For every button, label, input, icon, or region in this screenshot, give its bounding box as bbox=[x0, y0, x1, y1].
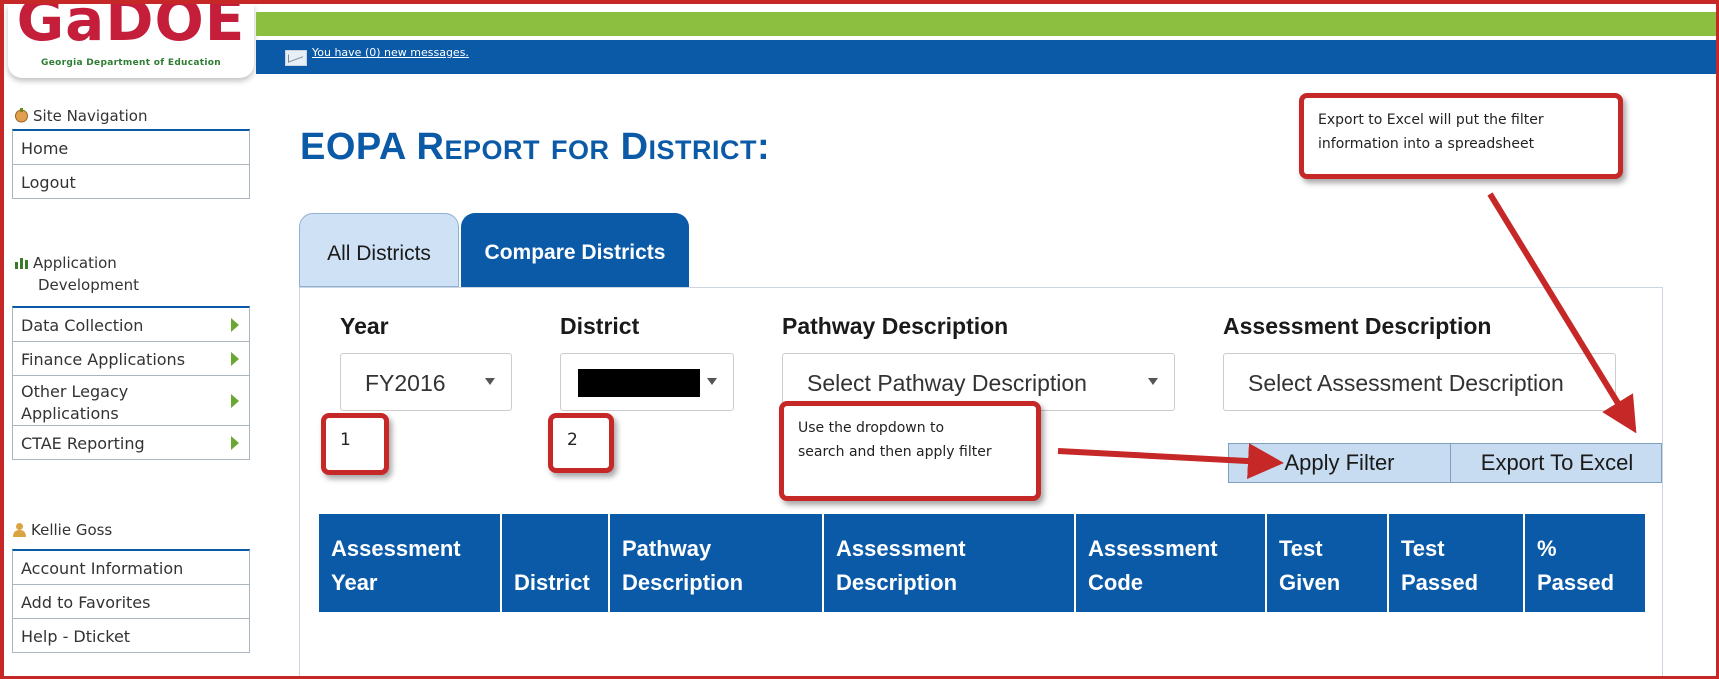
logo-subtitle: Georgia Department of Education bbox=[41, 58, 221, 68]
header-blue-bar bbox=[256, 40, 1719, 74]
logo-text: GaDOE bbox=[16, 4, 246, 54]
column-header-district[interactable]: District bbox=[502, 514, 610, 612]
column-header-assessment-code[interactable]: Assessment Code bbox=[1076, 514, 1267, 612]
annotation-marker-2: 2 bbox=[548, 413, 614, 473]
user-heading: Kellie Goss bbox=[12, 521, 112, 539]
chevron-down-icon bbox=[1148, 378, 1158, 385]
application-development-list: Data Collection Finance Applications Oth… bbox=[12, 306, 250, 460]
page-title: EOPA Report for District: bbox=[300, 126, 771, 168]
annotation-dropdown-note: Use the dropdown to search and then apply… bbox=[779, 401, 1041, 501]
messages-link[interactable]: You have (0) new messages. bbox=[312, 46, 469, 59]
bar-chart-icon bbox=[15, 258, 28, 269]
chevron-right-icon bbox=[231, 351, 239, 366]
pathway-description-label: Pathway Description bbox=[782, 313, 1009, 339]
apply-filter-button[interactable]: Apply Filter bbox=[1229, 444, 1451, 482]
column-header-pathway-description[interactable]: Pathway Description bbox=[610, 514, 824, 612]
sidebar-item-account-information[interactable]: Account Information bbox=[13, 551, 249, 585]
chevron-right-icon bbox=[231, 393, 239, 408]
site-navigation-heading: Site Navigation bbox=[14, 107, 147, 125]
sidebar-item-other-legacy-applications[interactable]: Other Legacy Applications bbox=[13, 376, 249, 426]
assessment-placeholder: Select Assessment Description bbox=[1248, 370, 1564, 396]
chevron-right-icon bbox=[231, 317, 239, 332]
year-label: Year bbox=[340, 313, 389, 339]
export-to-excel-button[interactable]: Export To Excel bbox=[1451, 444, 1663, 482]
navigation-icon bbox=[15, 108, 28, 123]
redacted-district-value bbox=[578, 369, 700, 397]
site-navigation-list: Home Logout bbox=[12, 129, 250, 199]
header-green-bar bbox=[256, 12, 1719, 36]
user-icon bbox=[13, 523, 26, 537]
chevron-down-icon bbox=[707, 378, 717, 385]
sidebar-item-data-collection[interactable]: Data Collection bbox=[13, 308, 249, 342]
tab-all-districts[interactable]: All Districts bbox=[299, 213, 459, 287]
year-select[interactable]: FY2016 bbox=[340, 353, 512, 411]
annotation-marker-1: 1 bbox=[321, 413, 389, 475]
assessment-description-label: Assessment Description bbox=[1223, 313, 1492, 339]
filter-button-row: Apply Filter Export To Excel bbox=[1228, 443, 1662, 483]
sidebar-item-help-dticket[interactable]: Help - Dticket bbox=[13, 619, 249, 653]
pathway-placeholder: Select Pathway Description bbox=[807, 370, 1087, 396]
column-header-percent-passed[interactable]: % Passed bbox=[1525, 514, 1645, 612]
chevron-down-icon bbox=[485, 378, 495, 385]
envelope-icon bbox=[285, 50, 307, 66]
assessment-description-select[interactable]: Select Assessment Description bbox=[1223, 353, 1616, 411]
tab-compare-districts[interactable]: Compare Districts bbox=[461, 213, 689, 287]
sidebar-item-finance-applications[interactable]: Finance Applications bbox=[13, 342, 249, 376]
annotation-export-note: Export to Excel will put the filter infor… bbox=[1299, 93, 1623, 179]
year-selected-value: FY2016 bbox=[365, 370, 446, 396]
sidebar-item-logout[interactable]: Logout bbox=[13, 165, 249, 199]
district-label: District bbox=[560, 313, 640, 339]
column-header-assessment-description[interactable]: Assessment Description bbox=[824, 514, 1076, 612]
chevron-right-icon bbox=[231, 435, 239, 450]
sidebar-item-ctae-reporting[interactable]: CTAE Reporting bbox=[13, 426, 249, 460]
column-header-test-passed[interactable]: Test Passed bbox=[1389, 514, 1525, 612]
gadoe-logo[interactable]: GaDOE Georgia Department of Education bbox=[8, 4, 254, 78]
user-menu-list: Account Information Add to Favorites Hel… bbox=[12, 549, 250, 653]
column-header-test-given[interactable]: Test Given bbox=[1267, 514, 1389, 612]
application-development-heading: Application Development bbox=[14, 252, 139, 296]
results-table-header: Assessment Year District Pathway Descripti… bbox=[319, 514, 1645, 612]
user-name: Kellie Goss bbox=[31, 521, 113, 539]
sidebar-item-add-to-favorites[interactable]: Add to Favorites bbox=[13, 585, 249, 619]
column-header-assessment-year[interactable]: Assessment Year bbox=[319, 514, 502, 612]
sidebar-item-home[interactable]: Home bbox=[13, 131, 249, 165]
